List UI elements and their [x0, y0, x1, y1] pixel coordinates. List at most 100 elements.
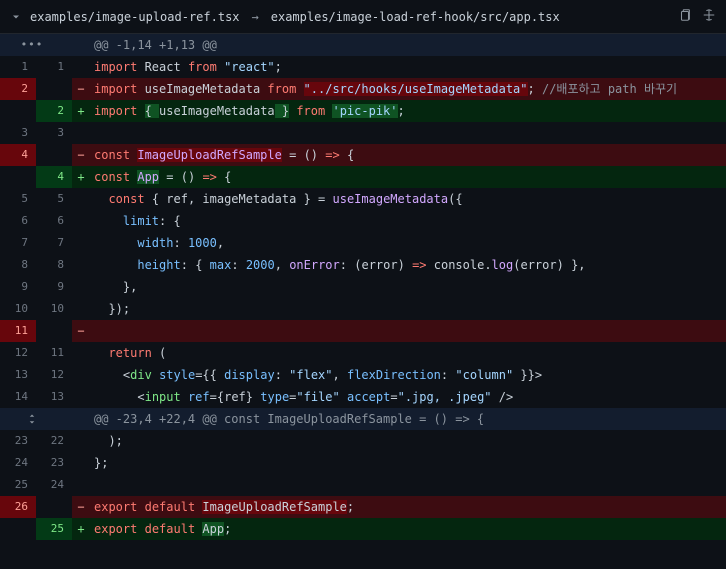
new-line-number[interactable] [36, 144, 72, 166]
expand-icon[interactable] [702, 8, 716, 25]
code-content[interactable]: <input ref={ref} type="file" accept=".jp… [90, 386, 726, 408]
new-line-number[interactable]: 24 [36, 474, 72, 496]
new-line-number[interactable]: 7 [36, 232, 72, 254]
new-line-number[interactable]: 23 [36, 452, 72, 474]
diff-line: 2+import { useImageMetadata } from 'pic-… [0, 100, 726, 122]
code-content[interactable] [90, 320, 726, 342]
hunk-header: @@ -1,14 +1,13 @@ [90, 34, 726, 56]
code-content[interactable]: const { ref, imageMetadata } = useImageM… [90, 188, 726, 210]
diff-line: 1312 <div style={{ display: "flex", flex… [0, 364, 726, 386]
old-line-number[interactable]: 3 [0, 122, 36, 144]
code-content[interactable]: }); [90, 298, 726, 320]
new-line-number[interactable]: 13 [36, 386, 72, 408]
old-line-number[interactable] [0, 166, 36, 188]
old-line-number[interactable]: 14 [0, 386, 36, 408]
old-line-number[interactable]: 11 [0, 320, 36, 342]
old-line-number[interactable]: 24 [0, 452, 36, 474]
diff-marker [72, 430, 90, 452]
code-content[interactable]: return ( [90, 342, 726, 364]
code-content[interactable]: }; [90, 452, 726, 474]
diff-marker: − [72, 78, 90, 100]
new-line-number[interactable]: 1 [36, 56, 72, 78]
old-line-number[interactable] [0, 100, 36, 122]
diff-line: 99 }, [0, 276, 726, 298]
arrow-right-icon: → [252, 10, 259, 24]
diff-file-header: examples/image-upload-ref.tsx → examples… [0, 0, 726, 34]
new-line-number[interactable] [36, 496, 72, 518]
hunk-menu[interactable]: ••• [0, 34, 72, 56]
chevron-down-icon[interactable] [10, 11, 22, 23]
new-line-number[interactable]: 25 [36, 518, 72, 540]
diff-marker [72, 276, 90, 298]
code-content[interactable]: ); [90, 430, 726, 452]
diff-table: ••• @@ -1,14 +1,13 @@ 11 import React from … [0, 34, 726, 540]
old-line-number[interactable]: 7 [0, 232, 36, 254]
old-line-number[interactable]: 26 [0, 496, 36, 518]
new-line-number[interactable]: 22 [36, 430, 72, 452]
new-line-number[interactable]: 5 [36, 188, 72, 210]
old-line-number[interactable]: 6 [0, 210, 36, 232]
old-line-number[interactable]: 4 [0, 144, 36, 166]
new-line-number[interactable]: 11 [36, 342, 72, 364]
new-line-number[interactable]: 2 [36, 100, 72, 122]
old-line-number[interactable]: 1 [0, 56, 36, 78]
old-line-number[interactable]: 13 [0, 364, 36, 386]
diff-line: 55 const { ref, imageMetadata } = useIma… [0, 188, 726, 210]
diff-line: 1413 <input ref={ref} type="file" accept… [0, 386, 726, 408]
hunk-header: @@ -23,4 +22,4 @@ const ImageUploadRefSa… [90, 408, 726, 430]
diff-marker [72, 210, 90, 232]
diff-line: @@ -23,4 +22,4 @@ const ImageUploadRefSa… [0, 408, 726, 430]
old-line-number[interactable]: 8 [0, 254, 36, 276]
new-line-number[interactable]: 4 [36, 166, 72, 188]
expand-gutter[interactable] [0, 408, 72, 430]
old-line-number[interactable]: 2 [0, 78, 36, 100]
new-line-number[interactable]: 6 [36, 210, 72, 232]
code-content[interactable]: <div style={{ display: "flex", flexDirec… [90, 364, 726, 386]
diff-marker [72, 122, 90, 144]
code-content[interactable]: limit: { [90, 210, 726, 232]
code-content[interactable]: export default ImageUploadRefSample; [90, 496, 726, 518]
diff-line: 2524 [0, 474, 726, 496]
old-line-number[interactable]: 5 [0, 188, 36, 210]
diff-line: ••• @@ -1,14 +1,13 @@ [0, 34, 726, 56]
diff-marker [72, 232, 90, 254]
diff-marker: − [72, 320, 90, 342]
new-line-number[interactable] [36, 78, 72, 100]
diff-line: 1211 return ( [0, 342, 726, 364]
code-content[interactable]: }, [90, 276, 726, 298]
new-line-number[interactable]: 8 [36, 254, 72, 276]
code-content[interactable] [90, 122, 726, 144]
old-line-number[interactable] [0, 518, 36, 540]
code-content[interactable]: export default App; [90, 518, 726, 540]
diff-line: 25+export default App; [0, 518, 726, 540]
old-line-number[interactable]: 9 [0, 276, 36, 298]
new-line-number[interactable]: 12 [36, 364, 72, 386]
diff-line: 88 height: { max: 2000, onError: (error)… [0, 254, 726, 276]
old-line-number[interactable]: 12 [0, 342, 36, 364]
new-line-number[interactable]: 10 [36, 298, 72, 320]
code-content[interactable]: import useImageMetadata from "../src/hoo… [90, 78, 726, 100]
diff-line: 2 −import useImageMetadata from "../src/h… [0, 78, 726, 100]
diff-line: 2423}; [0, 452, 726, 474]
code-content[interactable]: height: { max: 2000, onError: (error) =>… [90, 254, 726, 276]
diff-marker [72, 364, 90, 386]
old-line-number[interactable]: 10 [0, 298, 36, 320]
code-content[interactable]: width: 1000, [90, 232, 726, 254]
code-content[interactable]: import React from "react"; [90, 56, 726, 78]
code-content[interactable] [90, 474, 726, 496]
code-content[interactable]: import { useImageMetadata } from 'pic-pi… [90, 100, 726, 122]
diff-line: 4−const ImageUploadRefSample = () => { [0, 144, 726, 166]
new-line-number[interactable] [36, 320, 72, 342]
diff-marker: + [72, 100, 90, 122]
new-line-number[interactable]: 3 [36, 122, 72, 144]
code-content[interactable]: const App = () => { [90, 166, 726, 188]
to-file-path: examples/image-load-ref-hook/src/app.tsx [271, 10, 560, 24]
copy-icon[interactable] [678, 8, 692, 25]
diff-marker: + [72, 518, 90, 540]
old-line-number[interactable]: 25 [0, 474, 36, 496]
old-line-number[interactable]: 23 [0, 430, 36, 452]
diff-line: 66 limit: { [0, 210, 726, 232]
new-line-number[interactable]: 9 [36, 276, 72, 298]
diff-line: 11 import React from "react"; [0, 56, 726, 78]
code-content[interactable]: const ImageUploadRefSample = () => { [90, 144, 726, 166]
